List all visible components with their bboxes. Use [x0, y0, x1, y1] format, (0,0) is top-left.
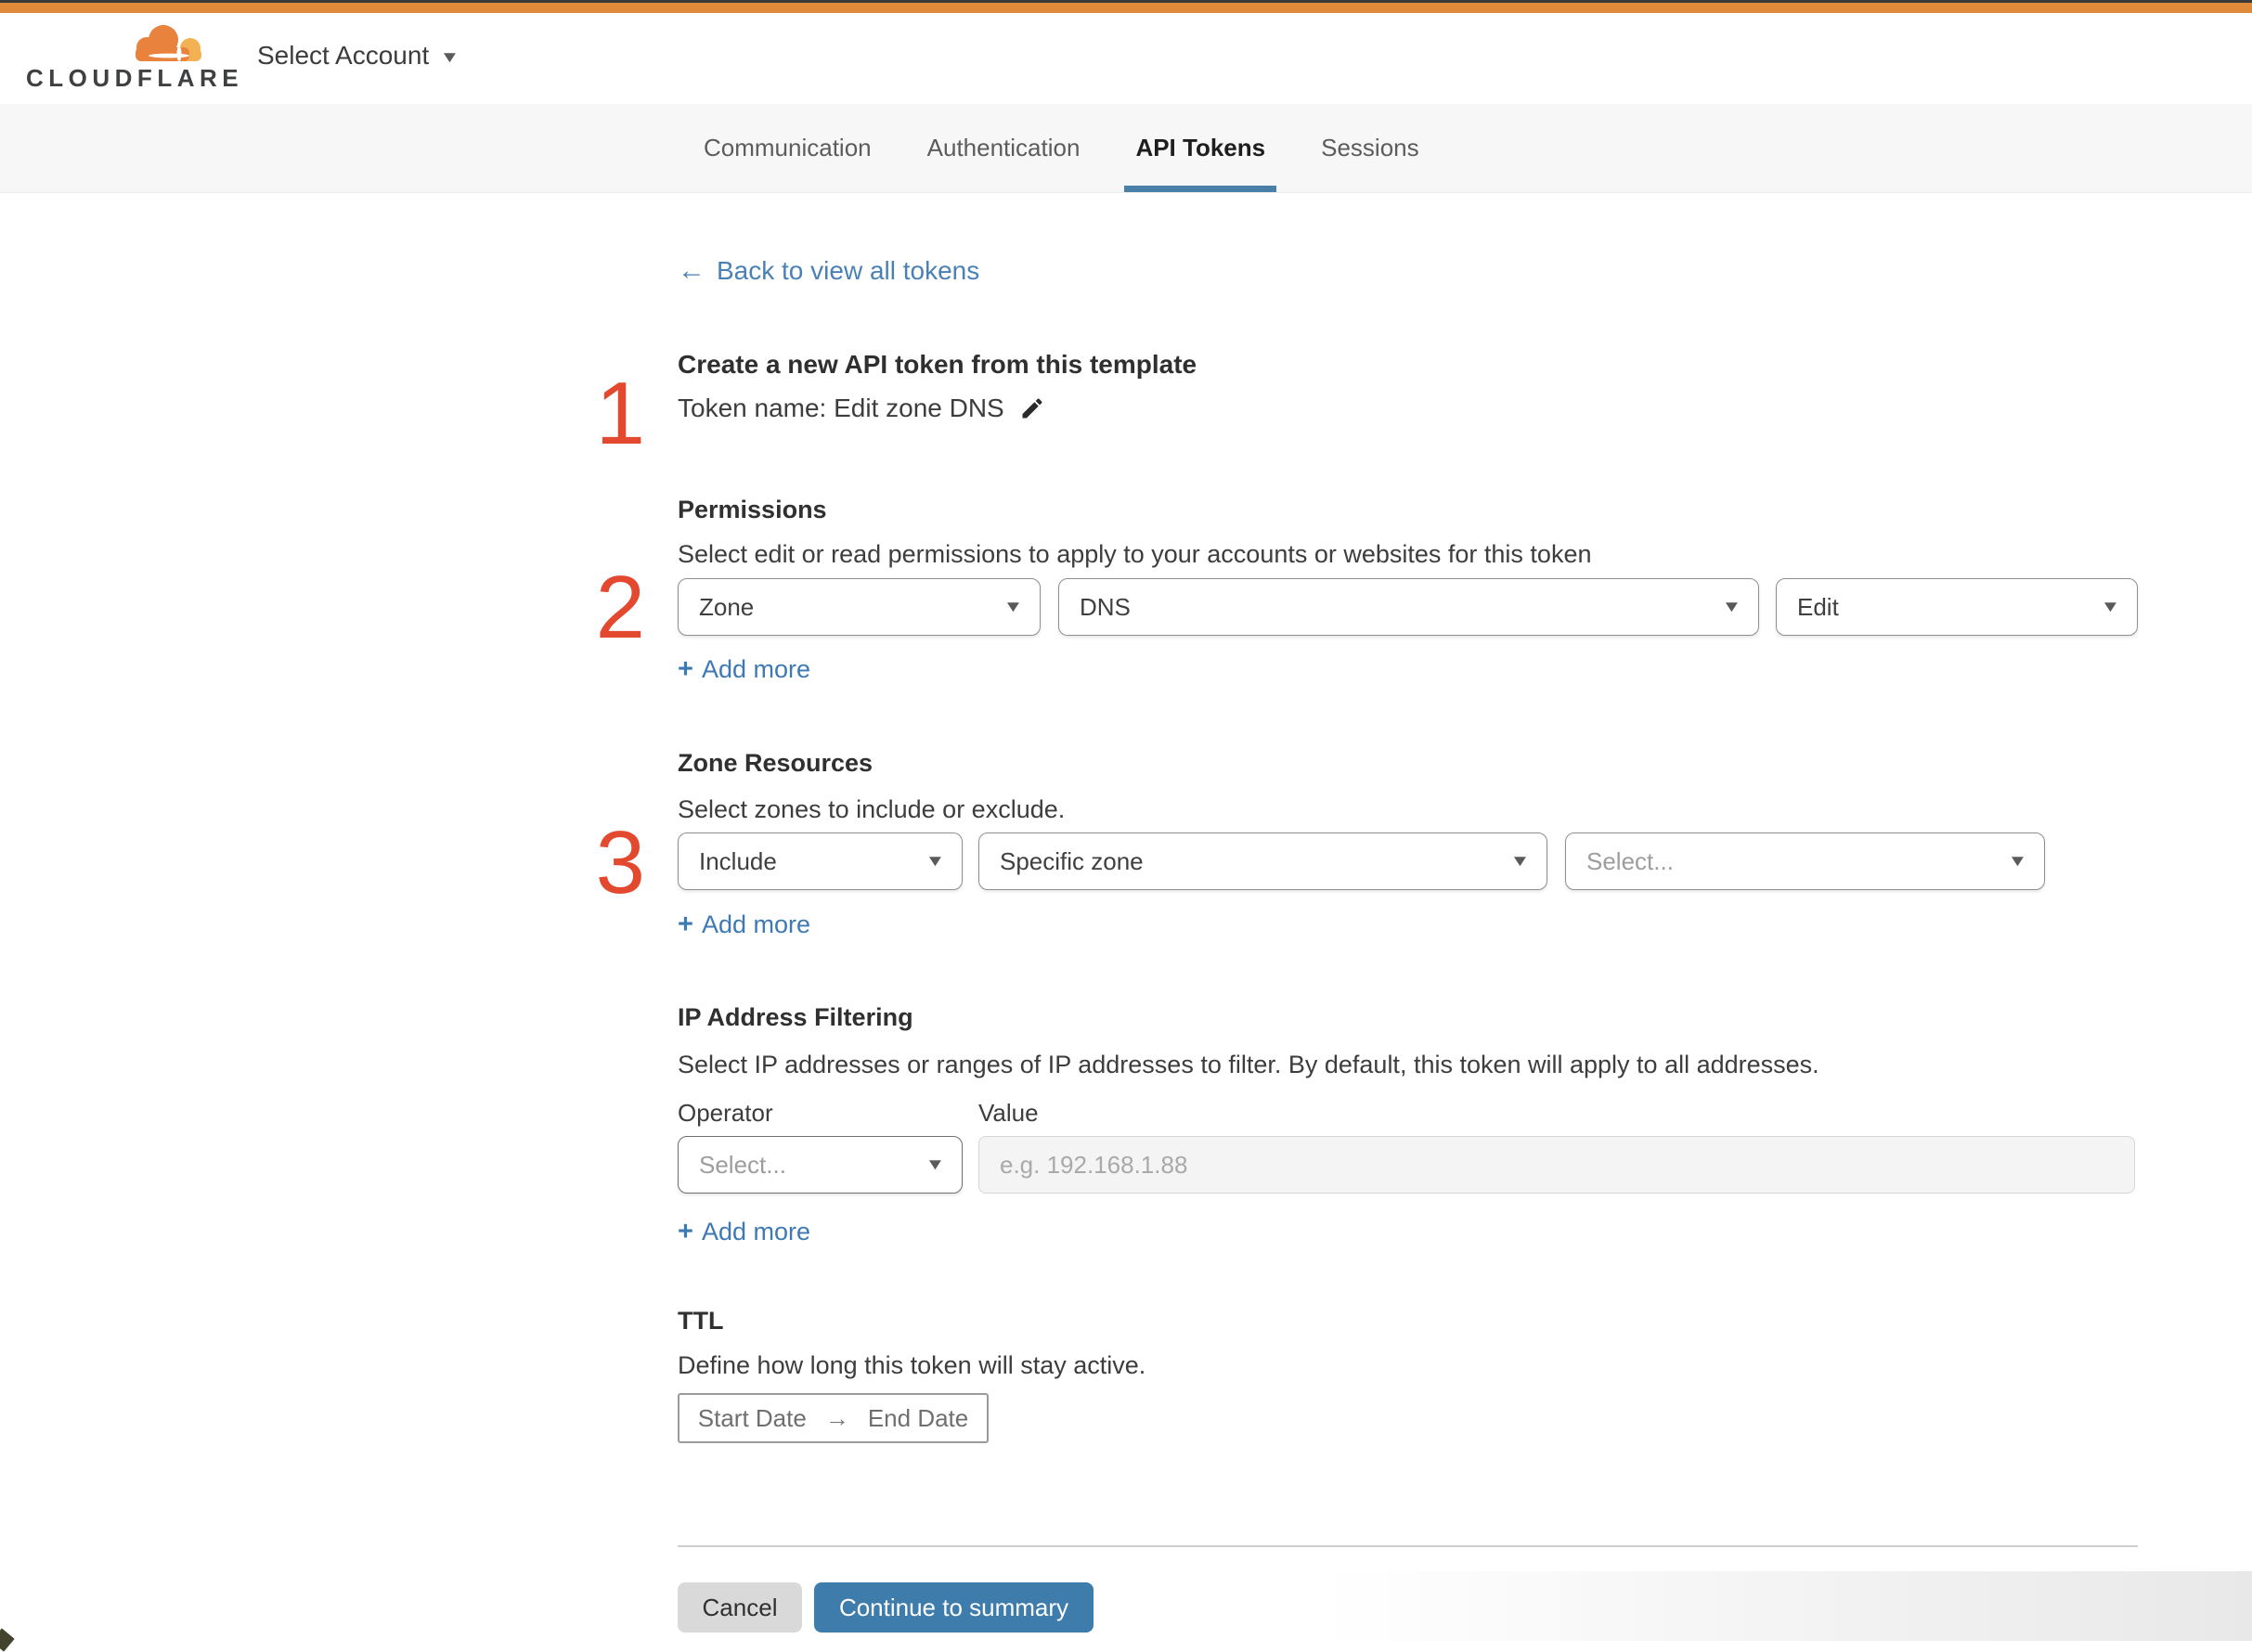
chevron-down-icon: ▼ [1721, 598, 1742, 615]
permission-level-select[interactable]: Edit ▼ [1776, 578, 2138, 636]
tab-authentication[interactable]: Authentication [916, 104, 1092, 192]
ip-filtering-row: Select... ▼ [678, 1136, 2138, 1195]
select-value: Edit [1797, 592, 1839, 621]
footer-divider [678, 1545, 2138, 1547]
step-annotation-2: 2 [595, 558, 645, 657]
value-label: Value [978, 1099, 1039, 1127]
plus-icon: + [678, 654, 693, 684]
add-more-label: Add more [701, 910, 810, 938]
tab-sessions[interactable]: Sessions [1310, 104, 1430, 192]
permissions-row: Zone ▼ DNS ▼ Edit ▼ [678, 578, 2138, 636]
step-annotation-3: 3 [595, 813, 645, 912]
cloudflare-logo-text: CLOUDFLARE [26, 64, 244, 92]
chevron-down-icon: ▼ [1003, 598, 1024, 615]
add-more-label: Add more [701, 1218, 810, 1245]
tab-communication[interactable]: Communication [692, 104, 883, 192]
select-value: Specific zone [1000, 846, 1144, 875]
ip-filtering-heading: IP Address Filtering [678, 1003, 913, 1031]
cloudflare-logo[interactable]: CLOUDFLARE [26, 19, 239, 98]
select-value: Include [699, 846, 777, 875]
back-to-tokens-link[interactable]: ← Back to view all tokens [678, 256, 979, 286]
zone-resources-heading: Zone Resources [678, 749, 874, 777]
zone-resources-row: Include ▼ Specific zone ▼ Select... ▼ [678, 832, 2138, 890]
chevron-down-icon: ▼ [925, 1155, 946, 1173]
ttl-heading: TTL [678, 1307, 724, 1335]
permissions-heading: Permissions [678, 496, 827, 523]
account-selector-label: Select Account [257, 41, 430, 70]
permission-group-select[interactable]: DNS ▼ [1058, 578, 1759, 636]
zone-resources-add-more-link[interactable]: + Add more [678, 910, 810, 939]
token-name-text: Token name: Edit zone DNS [678, 394, 1004, 422]
zone-resources-description: Select zones to include or exclude. [678, 795, 1066, 823]
select-value: Zone [699, 592, 755, 621]
permissions-description: Select edit or read permissions to apply… [678, 540, 1592, 568]
chevron-down-icon: ▼ [1509, 852, 1531, 870]
ip-operator-select[interactable]: Select... ▼ [678, 1136, 963, 1194]
arrow-left-icon: ← [678, 255, 705, 286]
ip-filtering-add-more-link[interactable]: + Add more [678, 1218, 810, 1246]
zone-picker-select[interactable]: Select... ▼ [1565, 832, 2045, 890]
arrow-right-icon: → [824, 1403, 849, 1432]
tab-api-tokens[interactable]: API Tokens [1124, 104, 1277, 192]
operator-label: Operator [678, 1099, 773, 1127]
zone-type-select[interactable]: Specific zone ▼ [978, 832, 1547, 890]
permission-scope-select[interactable]: Zone ▼ [678, 578, 1041, 636]
ttl-date-range-picker[interactable]: Start Date → End Date [678, 1393, 989, 1443]
continue-to-summary-button[interactable]: Continue to summary [814, 1582, 1094, 1633]
step-annotation-1: 1 [595, 364, 645, 463]
profile-tabbar: Communication Authentication API Tokens … [0, 104, 2252, 193]
account-selector[interactable]: Select Account ▼ [257, 41, 460, 71]
chevron-down-icon: ▼ [2100, 598, 2121, 615]
cancel-button[interactable]: Cancel [678, 1582, 802, 1633]
select-placeholder: Select... [1586, 846, 1674, 875]
brand-accent-bar [0, 3, 2252, 13]
back-link-label: Back to view all tokens [717, 256, 980, 285]
permissions-add-more-link[interactable]: + Add more [678, 655, 810, 684]
plus-icon: + [678, 910, 693, 939]
add-more-label: Add more [701, 655, 810, 683]
page-title: Create a new API token from this templat… [678, 350, 1197, 379]
select-value: DNS [1080, 592, 1131, 621]
chevron-down-icon: ▼ [925, 852, 946, 870]
end-date-label: End Date [867, 1403, 969, 1432]
token-name-row: Token name: Edit zone DNS [678, 394, 1045, 423]
edit-pencil-icon[interactable] [1019, 395, 1045, 421]
chevron-down-icon: ▼ [2007, 852, 2028, 870]
plus-icon: + [678, 1217, 693, 1246]
app-header: CLOUDFLARE Select Account ▼ [0, 13, 2252, 104]
help-widget-corner-artifact [0, 1628, 15, 1652]
start-date-label: Start Date [697, 1403, 807, 1432]
zone-include-select[interactable]: Include ▼ [678, 832, 963, 890]
ip-value-input[interactable] [978, 1136, 2135, 1194]
ip-filtering-description: Select IP addresses or ranges of IP addr… [678, 1051, 1819, 1078]
token-template-form: ← Back to view all tokens Create a new A… [678, 193, 2138, 1641]
ttl-description: Define how long this token will stay act… [678, 1351, 1146, 1379]
select-placeholder: Select... [699, 1150, 786, 1179]
chevron-down-icon: ▼ [439, 48, 460, 66]
